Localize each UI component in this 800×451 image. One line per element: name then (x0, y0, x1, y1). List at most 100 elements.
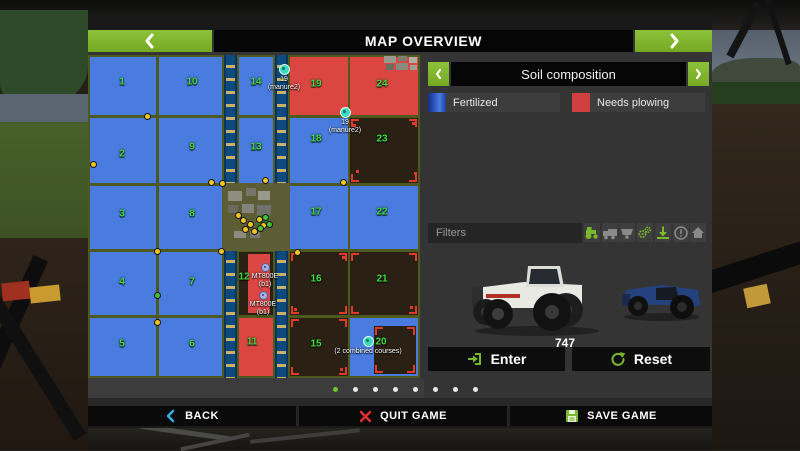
map-page-dot[interactable] (393, 387, 398, 392)
vehicle-marker-icon[interactable] (261, 263, 270, 272)
field-corner-marker (407, 365, 415, 373)
chevron-right-icon (694, 68, 703, 80)
yellow-implement (29, 284, 61, 303)
filter-gears-button[interactable] (637, 223, 653, 242)
marker-glyph (264, 266, 266, 268)
needs-plowing-swatch (572, 93, 590, 112)
quit-game-label: QUIT GAME (380, 410, 447, 422)
left-grass (0, 122, 88, 238)
field-number-label: 8 (189, 209, 195, 220)
map-page-dot-active[interactable] (333, 387, 338, 392)
marker-label: 19 (341, 119, 349, 127)
collectible-dot (154, 292, 161, 299)
field-number-label: 11 (247, 337, 258, 348)
silo-dot (242, 226, 249, 233)
tractor-icon (584, 225, 600, 241)
back-button[interactable]: BACK (88, 406, 296, 426)
left-tree (0, 10, 88, 102)
left-water (0, 94, 88, 122)
prev-page-button[interactable] (88, 30, 212, 52)
farm-green-dot (262, 214, 269, 221)
page-title: MAP OVERVIEW (365, 33, 482, 49)
exclamation-icon (673, 225, 689, 241)
farm-green-dot (266, 221, 273, 228)
farm-green-dot (257, 225, 264, 232)
collectible-dot (154, 319, 161, 326)
crop-speck (356, 170, 359, 173)
farm-building (258, 191, 270, 200)
back-label: BACK (185, 410, 219, 422)
crop-speck (340, 368, 343, 371)
marker-label: (b1) (259, 281, 271, 289)
right-tree-line (712, 82, 800, 106)
marker-glyph (343, 110, 346, 113)
marker-label: 19 (280, 76, 288, 84)
chevron-left-icon (143, 32, 157, 50)
map-overview-panel: MAP OVERVIEW 123451098761413121119181716… (88, 14, 712, 428)
field-map[interactable]: 1234510987614131211191817161524232221201… (88, 55, 420, 378)
field-number-label: 24 (376, 79, 387, 90)
red-implement (1, 281, 31, 302)
course-marker-icon[interactable] (363, 336, 374, 347)
field-number-label: 10 (186, 77, 197, 88)
overlay-selector-title: Soil composition (521, 67, 616, 82)
reset-icon (610, 351, 626, 367)
filters-label: Filters (436, 227, 466, 239)
reset-label: Reset (634, 351, 672, 367)
truck-icon (602, 225, 618, 241)
field-corner-marker (407, 327, 415, 335)
filter-trailer-button[interactable] (619, 223, 635, 242)
next-page-button[interactable] (635, 30, 712, 52)
overlay-next-button[interactable] (688, 62, 709, 86)
silo-dot (240, 217, 247, 224)
field-number-label: 18 (310, 134, 321, 145)
filter-truck-button[interactable] (602, 223, 618, 242)
panel-bottom-edge (88, 426, 712, 428)
footer-bar: BACK QUIT GAME SAVE GAME (88, 406, 712, 426)
marker-label: (manure2) (268, 84, 300, 92)
field-number-label: 6 (189, 339, 195, 350)
filter-exclamation-button[interactable] (673, 223, 689, 242)
field-number-label: 7 (189, 277, 195, 288)
crop-speck (410, 306, 413, 309)
quit-game-button[interactable]: QUIT GAME (299, 406, 507, 426)
map-page-dot[interactable] (413, 387, 418, 392)
map-page-dot[interactable] (373, 387, 378, 392)
legend-label: Fertilized (453, 97, 498, 109)
enter-button[interactable]: Enter (428, 347, 565, 371)
course-marker-icon[interactable] (340, 107, 351, 118)
collectible-dot (262, 177, 269, 184)
collectible-dot (144, 113, 151, 120)
field-number-label: 19 (310, 79, 321, 90)
vehicle-marker-icon[interactable] (259, 291, 268, 300)
field-number-label: 23 (376, 134, 387, 145)
collectible-dot (340, 179, 347, 186)
map-page-dot[interactable] (353, 387, 358, 392)
overlay-prev-button[interactable] (428, 62, 449, 86)
field-number-label: 21 (376, 274, 387, 285)
save-game-button[interactable]: SAVE GAME (510, 406, 712, 426)
map-page-dot[interactable] (473, 387, 478, 392)
legend-label: Needs plowing (597, 97, 669, 109)
map-page-dot[interactable] (453, 387, 458, 392)
mill-building (386, 64, 394, 70)
field-number-label: 3 (119, 209, 125, 220)
chevron-right-icon (667, 32, 681, 50)
course-marker-icon[interactable] (279, 64, 290, 75)
field-number-label: 12 (238, 272, 249, 283)
filter-tractor-button[interactable] (584, 223, 600, 242)
enter-icon (467, 351, 483, 367)
field-corner-marker (375, 327, 383, 335)
filter-home-button[interactable] (690, 223, 706, 242)
reset-button[interactable]: Reset (572, 347, 710, 371)
save-game-label: SAVE GAME (587, 410, 657, 422)
field-corner-marker (291, 319, 299, 327)
silo-dot (235, 212, 242, 219)
crop-speck (342, 256, 345, 259)
filters-bar[interactable]: Filters (428, 223, 582, 243)
field-number-label: 16 (310, 274, 321, 285)
marker-label: (b1) (257, 309, 269, 317)
map-page-dot[interactable] (433, 387, 438, 392)
filter-download-button[interactable] (655, 223, 671, 242)
collectible-dot (90, 161, 97, 168)
